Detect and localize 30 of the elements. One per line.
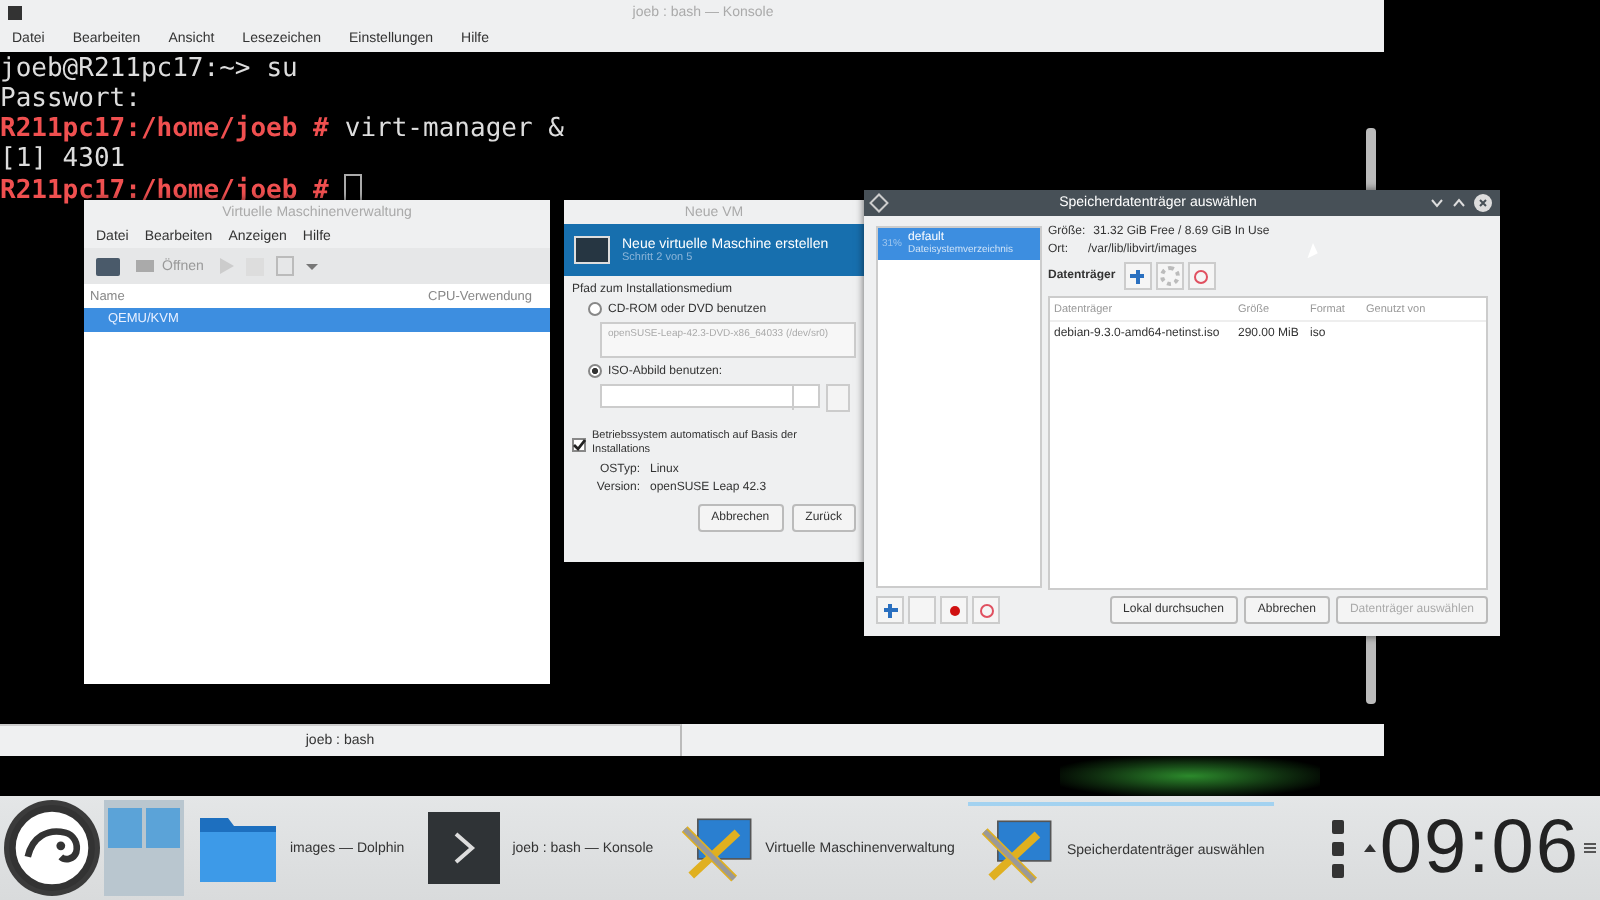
- add-button[interactable]: [1123, 262, 1152, 290]
- minimize-icon[interactable]: [1430, 198, 1444, 208]
- monitor-icon: [574, 236, 610, 264]
- close-icon[interactable]: [1474, 194, 1492, 212]
- menu-icon[interactable]: [1584, 842, 1596, 854]
- maximize-icon[interactable]: [1452, 198, 1466, 208]
- radio-button[interactable]: [588, 364, 602, 378]
- shell-prompt: R211pc17:/home/joeb #: [0, 176, 329, 206]
- shell-command: virt-manager &: [344, 114, 564, 144]
- folder-icon: [198, 812, 278, 884]
- chameleon-logo-icon[interactable]: [4, 800, 100, 896]
- vm-tools-icon: [978, 817, 1055, 883]
- add-button[interactable]: [876, 596, 904, 624]
- monitor-icon[interactable]: [96, 257, 120, 275]
- shell-prompt: joeb@R211pc17:~>: [0, 54, 251, 84]
- clock: 09:06: [1379, 805, 1580, 891]
- shell-prompt: R211pc17:/home/joeb #: [0, 114, 329, 144]
- terminal-icon: [428, 812, 501, 884]
- vm-tools-icon: [677, 815, 754, 881]
- shell-command: su: [266, 54, 298, 84]
- shell-output: [1] 4301: [0, 144, 126, 174]
- record-icon[interactable]: [940, 596, 968, 624]
- radio-button[interactable]: [588, 302, 602, 316]
- delete-icon[interactable]: [972, 596, 1000, 624]
- delete-icon[interactable]: [1187, 262, 1216, 290]
- iso-path-field[interactable]: [600, 384, 820, 408]
- terminal-icon: [8, 5, 22, 19]
- start-button[interactable]: [908, 596, 936, 624]
- shell-output: Passwort:: [0, 84, 141, 114]
- checkbox[interactable]: [572, 437, 586, 451]
